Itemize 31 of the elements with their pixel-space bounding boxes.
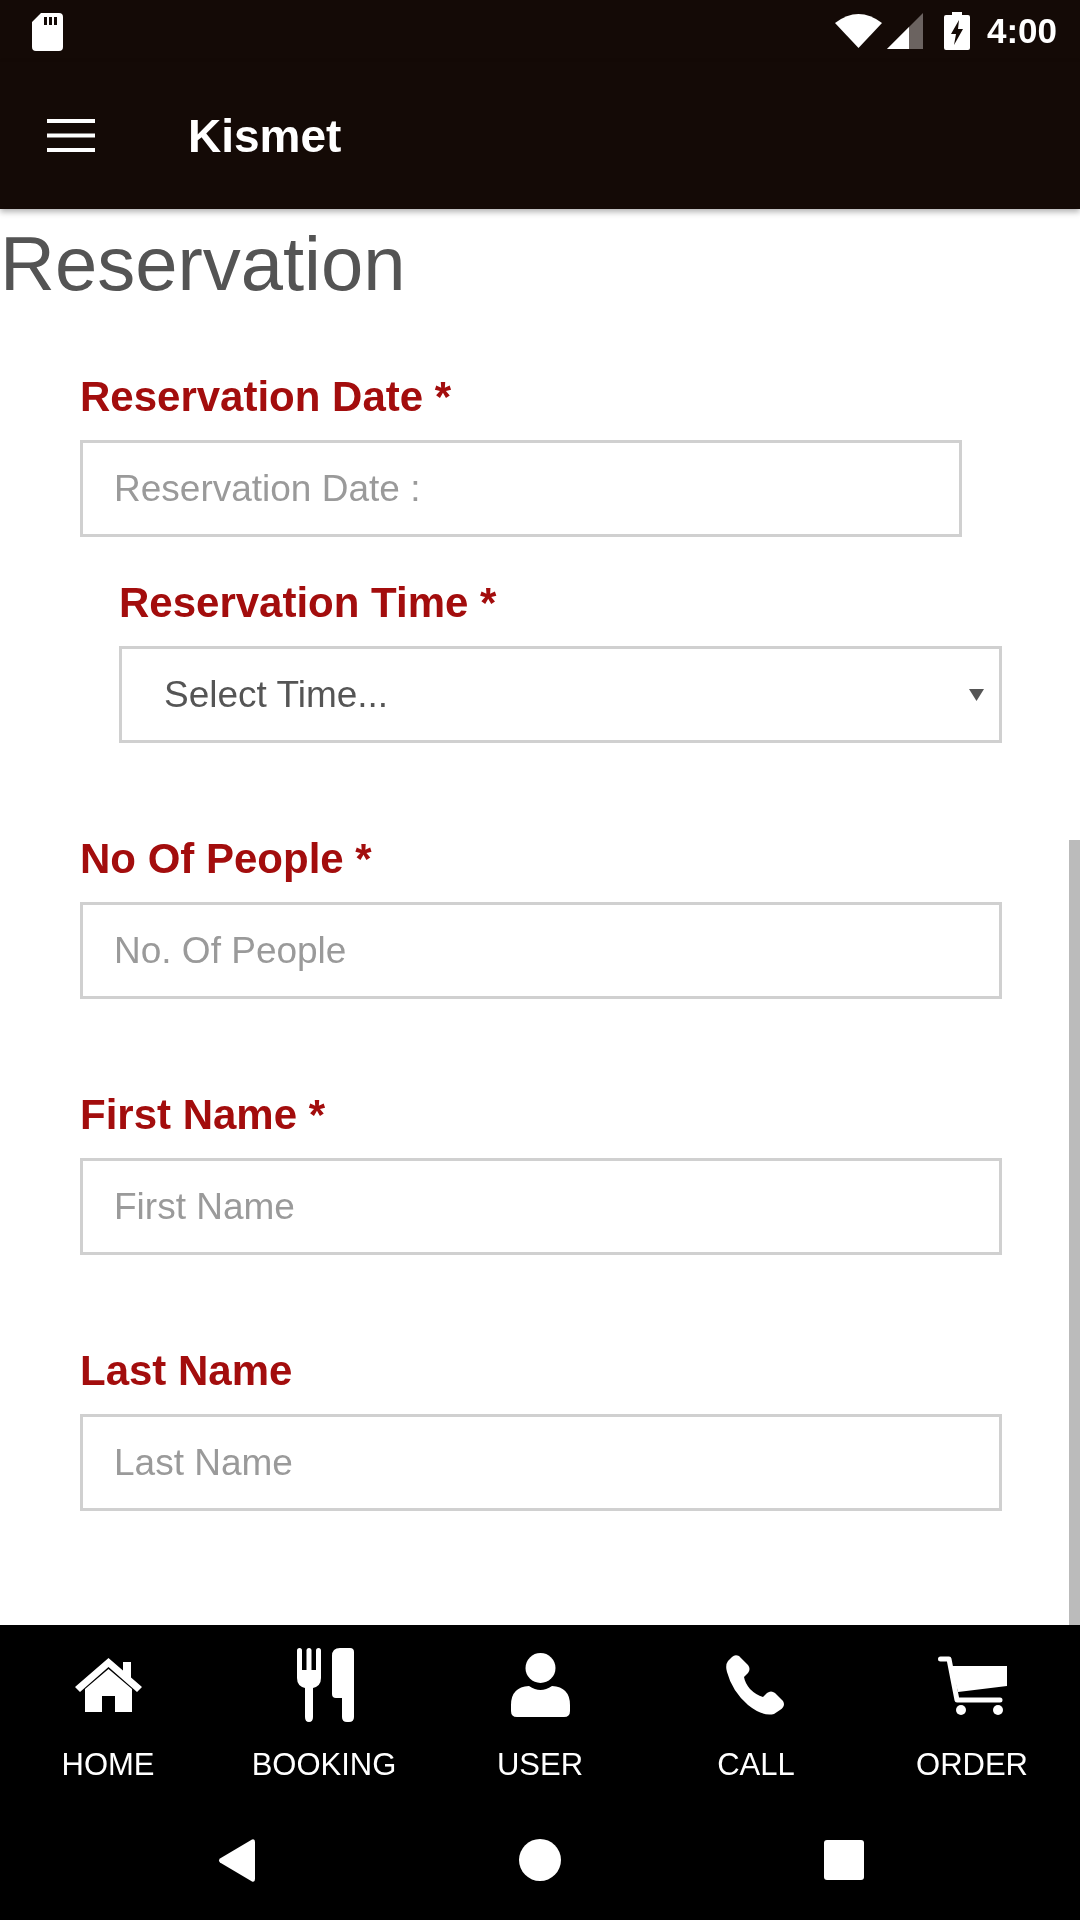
nav-item[interactable]: USER (432, 1625, 648, 1800)
phone-icon (726, 1655, 786, 1715)
status-time: 4:00 (986, 11, 1057, 51)
nav-item[interactable]: HOME (0, 1625, 216, 1800)
cart-icon (937, 1655, 1007, 1715)
back-icon[interactable] (217, 1838, 255, 1882)
person-icon (510, 1653, 570, 1717)
nav-item[interactable]: ORDER (864, 1625, 1080, 1800)
wifi-icon (834, 14, 882, 48)
sd-card-icon (32, 13, 63, 51)
field-label: Reservation Date * (80, 372, 452, 422)
input-field[interactable]: First Name (80, 1158, 1002, 1255)
signal-icon (886, 13, 923, 49)
field-label: Last Name (80, 1346, 293, 1396)
nav-item[interactable]: BOOKING (216, 1625, 432, 1800)
caret-icon (969, 688, 984, 701)
menu-icon[interactable] (47, 119, 95, 152)
house-icon (74, 1658, 142, 1712)
field-label: First Name * (80, 1090, 326, 1140)
app-title: Kismet (188, 108, 342, 164)
field-label: Reservation Time * (119, 578, 497, 628)
field-label: No Of People * (80, 834, 372, 884)
page-heading: Reservation (0, 220, 407, 308)
nav-item[interactable]: CALL (648, 1625, 864, 1800)
dropdown-field[interactable]: Select Time... (119, 646, 1002, 743)
input-field[interactable]: No. Of People (80, 902, 1002, 999)
battery-charging-icon (943, 12, 970, 50)
home-icon[interactable] (519, 1839, 561, 1881)
fork-knife-icon (294, 1648, 354, 1722)
input-field[interactable]: Last Name (80, 1414, 1002, 1511)
date-field[interactable]: Reservation Date : (80, 440, 962, 537)
